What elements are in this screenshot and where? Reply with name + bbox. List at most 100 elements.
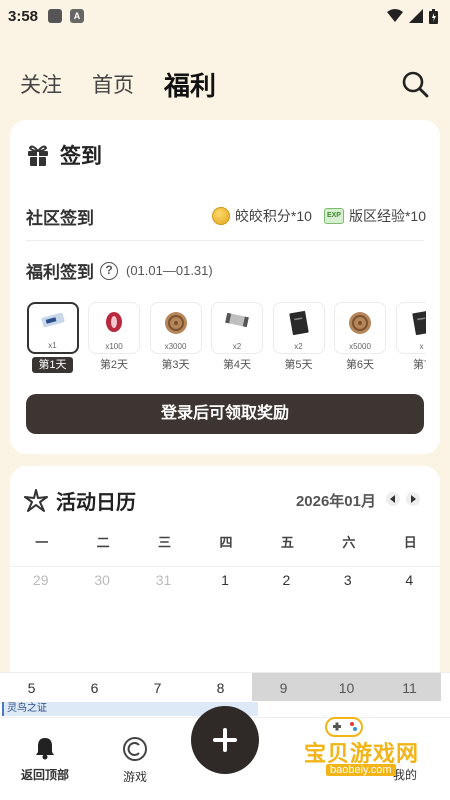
- day-label: 第1天: [32, 357, 73, 373]
- reward-qty: x100: [105, 342, 123, 351]
- checkin-day[interactable]: x2 第5天: [272, 302, 325, 376]
- next-month-icon[interactable]: [406, 492, 420, 506]
- prev-month-icon[interactable]: [386, 492, 400, 506]
- coin-icon: [211, 207, 230, 225]
- community-checkin-row: 社区签到 皎皎积分*10 EXP 版区经验*10: [26, 198, 426, 234]
- checkin-day[interactable]: x1 第1天: [26, 302, 79, 376]
- calendar-week-2: 5 6 7 8 9 10 11: [0, 672, 450, 704]
- tab-welfare[interactable]: 福利: [164, 66, 216, 103]
- status-bar: 3:58 A: [0, 0, 450, 32]
- weekday-label: 六: [342, 535, 356, 550]
- welfare-checkin-row: 福利签到 ? (01.01—01.31): [26, 258, 213, 283]
- reward-item-icon: [287, 310, 311, 341]
- gift-icon: [28, 145, 48, 166]
- status-time: 3:58: [8, 7, 39, 25]
- nav-game-label: 游戏: [122, 770, 147, 784]
- bell-icon: [36, 738, 54, 760]
- calendar-week-1: 29 30 31 1 2 3 4: [10, 570, 440, 590]
- checkin-day[interactable]: x 第7: [395, 302, 426, 376]
- calendar-date[interactable]: 3: [317, 570, 378, 590]
- divider: [26, 240, 424, 241]
- reward-item-icon: [40, 311, 66, 336]
- reward-tile: x100: [88, 302, 140, 354]
- checkin-day[interactable]: x100 第2天: [88, 302, 141, 376]
- tab-home[interactable]: 首页: [92, 69, 134, 99]
- welfare-checkin-label: 福利签到: [26, 263, 94, 282]
- a-icon: A: [70, 9, 85, 23]
- checkin-card: 签到 社区签到 皎皎积分*10 EXP 版区经验*10 福利签到 ? (01.0…: [10, 120, 440, 454]
- calendar-title: 活动日历: [24, 486, 136, 515]
- login-claim-button[interactable]: 登录后可领取奖励: [26, 394, 424, 434]
- reward-qty: x5000: [349, 342, 371, 351]
- calendar-date[interactable]: 6: [63, 673, 126, 703]
- calendar-date[interactable]: 29: [10, 570, 71, 590]
- weekday-label: 日: [403, 535, 417, 550]
- watermark-url: baobeiy.com: [326, 764, 396, 776]
- checkin-day[interactable]: x2 第4天: [211, 302, 264, 376]
- calendar-date[interactable]: 4: [379, 570, 440, 590]
- calendar-date[interactable]: 31: [133, 570, 194, 590]
- weekday-header: 一二三四五六日: [10, 532, 440, 551]
- weekday-label: 三: [158, 535, 172, 550]
- calendar-date[interactable]: 30: [71, 570, 132, 590]
- calendar-date[interactable]: 8: [189, 673, 252, 703]
- nav-back-to-top-label: 返回顶部: [20, 768, 69, 782]
- tab-follow[interactable]: 关注: [20, 69, 62, 99]
- calendar-month: 2026年01月: [295, 493, 376, 510]
- reward-item-icon: [410, 310, 426, 341]
- reward-qty: x1: [48, 341, 57, 350]
- reward-qty: x3000: [164, 342, 187, 351]
- reward-item-icon: [347, 310, 373, 341]
- reward-tile: x: [395, 302, 426, 354]
- calendar-date[interactable]: 2: [256, 570, 317, 590]
- nav-back-to-top[interactable]: 返回顶部: [10, 736, 80, 783]
- calendar-date[interactable]: 11: [378, 673, 441, 703]
- day-label: 第2天: [99, 359, 129, 371]
- weekday-label: 二: [96, 535, 110, 550]
- reward-tile: x5000: [334, 302, 386, 354]
- day-label: 第7: [412, 359, 426, 371]
- reward-points: 皎皎积分*10: [234, 208, 312, 224]
- gamepad-icon: [325, 717, 363, 737]
- battery-icon: [429, 8, 438, 24]
- game-ring-icon: [123, 737, 147, 761]
- reward-item-icon: [223, 310, 251, 335]
- nav-game[interactable]: 游戏: [100, 736, 170, 785]
- day-label: 第4天: [222, 359, 252, 371]
- signal-icon: [409, 9, 423, 23]
- calendar-title-text: 活动日历: [56, 492, 136, 514]
- reward-tile: x2: [272, 302, 325, 354]
- checkin-day[interactable]: x5000 第6天: [334, 302, 387, 376]
- add-post-button[interactable]: [191, 706, 259, 774]
- community-checkin-label: 社区签到: [26, 208, 94, 228]
- checkin-day[interactable]: x3000 第3天: [149, 302, 202, 376]
- calendar-date[interactable]: 10: [315, 673, 378, 703]
- calendar-date[interactable]: 7: [126, 673, 189, 703]
- calendar-date[interactable]: 9: [252, 673, 315, 703]
- star-burst-icon: [24, 488, 48, 512]
- weekday-label: 四: [219, 535, 233, 550]
- reward-tile: x2: [211, 302, 263, 354]
- app-icon: [48, 9, 63, 23]
- welfare-date-range: (01.01—01.31): [126, 263, 213, 278]
- help-icon[interactable]: ?: [100, 261, 118, 280]
- calendar-date[interactable]: 1: [194, 570, 255, 590]
- weekday-label: 五: [280, 535, 294, 550]
- reward-tile: x3000: [149, 302, 202, 354]
- divider: [10, 566, 440, 567]
- reward-qty: x2: [232, 342, 242, 351]
- weekday-label: 一: [35, 535, 49, 550]
- search-icon[interactable]: [400, 69, 430, 99]
- reward-qty: x2: [294, 342, 303, 351]
- checkin-title: 签到: [26, 140, 102, 170]
- exp-icon: EXP: [323, 208, 344, 224]
- day-label: 第3天: [161, 359, 190, 371]
- day-label: 第6天: [345, 359, 375, 371]
- checkin-days-list: x1 第1天 x100 第2天 x3000 第3天 x2 第4天 x2 第5天 x5000 第6天 x 第…: [26, 302, 426, 376]
- calendar-date[interactable]: 5: [0, 673, 63, 703]
- community-rewards: 皎皎积分*10 EXP 版区经验*10: [211, 206, 426, 226]
- top-tabs: 关注 首页 福利: [20, 62, 430, 106]
- day-label: 第5天: [284, 359, 313, 371]
- calendar-card: 活动日历 2026年01月 一 二 三 四 五 六 日 29 30 31 1 2 3 4: [10, 466, 440, 706]
- reward-exp: 版区经验*10: [348, 208, 426, 224]
